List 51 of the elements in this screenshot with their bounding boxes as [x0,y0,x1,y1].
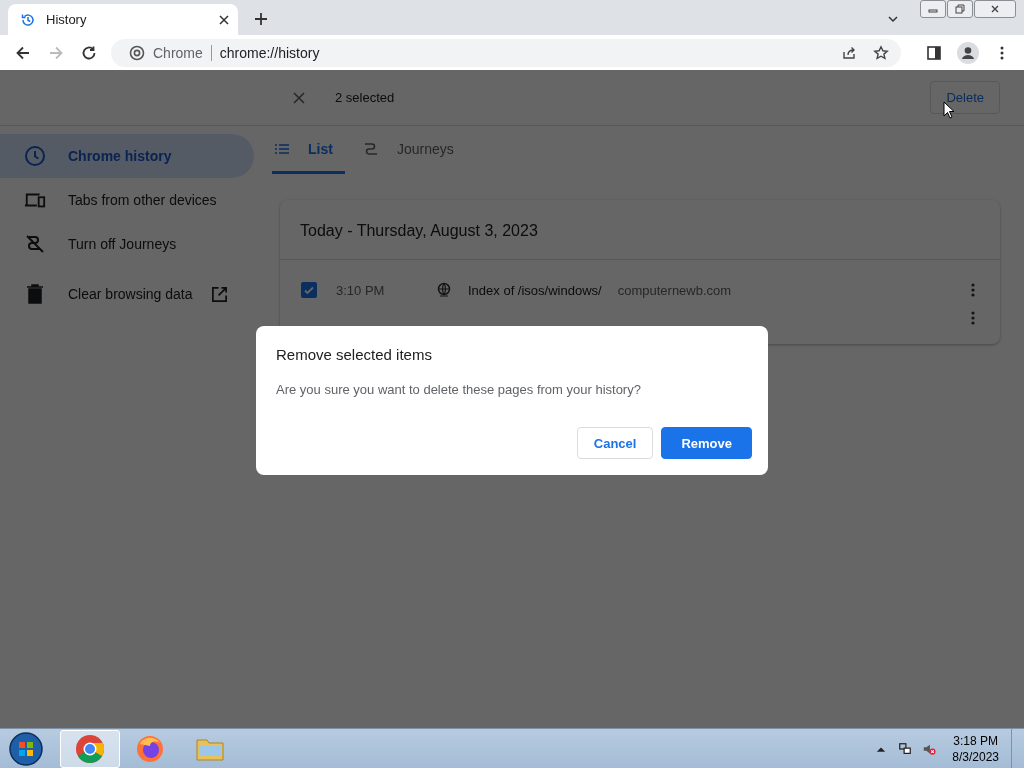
close-icon[interactable] [218,13,230,26]
more-options-icon[interactable] [970,282,976,298]
sidebar-item[interactable]: Turn off Journeys [0,222,254,266]
clock-time: 3:18 PM [953,732,998,749]
taskbar-app[interactable] [60,729,120,768]
journeys-off-icon [24,233,46,255]
page-title-link[interactable]: Index of /isos/windows/ [468,282,602,298]
more-options-icon[interactable] [970,310,976,326]
share-icon[interactable] [841,44,857,61]
journeys-icon [362,140,379,157]
domain-text: computernewb.com [617,282,732,298]
restore-button[interactable] [947,0,973,18]
globe-icon [436,282,452,298]
side-panel-icon[interactable] [926,44,942,61]
dialog-message: Are you sure you want to delete these pages from your history? [276,382,642,397]
chevron-down-icon[interactable] [887,13,899,25]
check-icon [303,284,315,296]
site-label: Chrome [153,44,203,61]
start-button[interactable] [8,730,44,767]
clock-icon [24,145,46,167]
restore-icon [955,4,965,14]
firefox-icon [135,733,165,764]
sidebar-item[interactable]: Tabs from other devices [0,178,254,222]
new-tab-icon[interactable] [254,12,268,26]
view-tab[interactable]: List [272,126,345,174]
network-icon[interactable] [898,741,913,756]
chrome-logo-icon [129,44,145,61]
delete-button[interactable]: Delete [930,81,1000,114]
star-icon[interactable] [873,44,889,61]
minimize-button[interactable] [920,0,946,18]
visit-time: 3:10 PM [336,282,386,298]
dialog-title: Remove selected items [276,346,433,363]
view-tab[interactable]: Journeys [360,126,466,174]
clock-date: 8/3/2023 [952,748,999,765]
remove-button[interactable]: Remove [661,427,752,459]
trash-icon [24,283,46,305]
url-text: chrome://history [219,44,320,61]
close-icon [990,4,1000,14]
mouse-pointer-icon [943,101,955,119]
browser-tab[interactable]: History [8,4,238,35]
cancel-button[interactable]: Cancel [576,427,654,459]
history-icon [20,11,36,28]
date-heading: Today - Thursday, August 3, 2023 [280,200,1000,260]
sidebar-item[interactable]: Chrome history [0,134,254,178]
address-bar[interactable]: Chrome chrome://history [111,38,901,67]
profile-avatar-icon[interactable] [957,41,979,64]
selection-count: 2 selected [335,90,395,105]
sidebar-item[interactable]: Clear browsing data [0,272,254,316]
chrome-icon [75,733,105,764]
close-window-button[interactable] [974,0,1016,18]
checkbox[interactable] [301,282,317,298]
